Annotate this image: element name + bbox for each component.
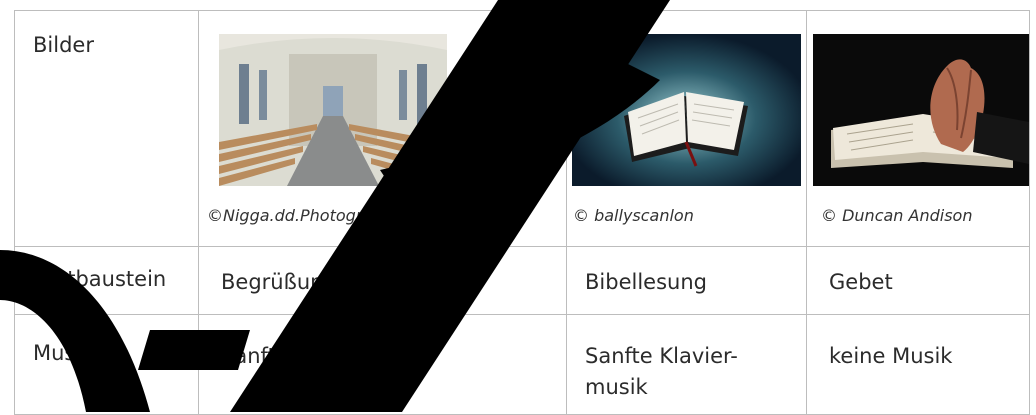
open-bible-image [572, 34, 801, 186]
image-cell-church: ©Nigga.dd.Photography Photography [198, 10, 567, 247]
image-credit-3: © Duncan Andison [821, 206, 973, 225]
row-musik: Musik Sanfte Klaviermusik Sanfte Klavier… [14, 314, 1030, 415]
row-label-textbaustein: Textbaustein [14, 246, 199, 315]
image-credit-2: © ballyscanlon [573, 206, 694, 225]
row-textbaustein: Textbaustein Begrüßung Bibellesung Gebet [14, 246, 1030, 315]
textbaustein-1: Begrüßung [198, 246, 567, 315]
row-bilder: Bilder ©Nigga.dd.Photography Photography… [14, 10, 1030, 247]
church-interior-image [219, 34, 447, 186]
row-label-bilder: Bilder [14, 10, 199, 247]
musik-1: Sanfte Klaviermusik [198, 314, 567, 415]
praying-hands-image [813, 34, 1029, 186]
image-cell-bible: © ballyscanlon [566, 10, 807, 247]
image-cell-prayer: © Duncan Andison [806, 10, 1030, 247]
textbaustein-2: Bibellesung [566, 246, 807, 315]
textbaustein-3: Gebet [806, 246, 1030, 315]
content-table: Bilder ©Nigga.dd.Photography Photography… [14, 10, 1030, 415]
image-credit-1: ©Nigga.dd.Photography Photography [207, 206, 509, 225]
musik-3: keine Musik [806, 314, 1030, 415]
row-label-musik: Musik [14, 314, 199, 415]
musik-2: Sanfte Klavier- musik [566, 314, 807, 415]
